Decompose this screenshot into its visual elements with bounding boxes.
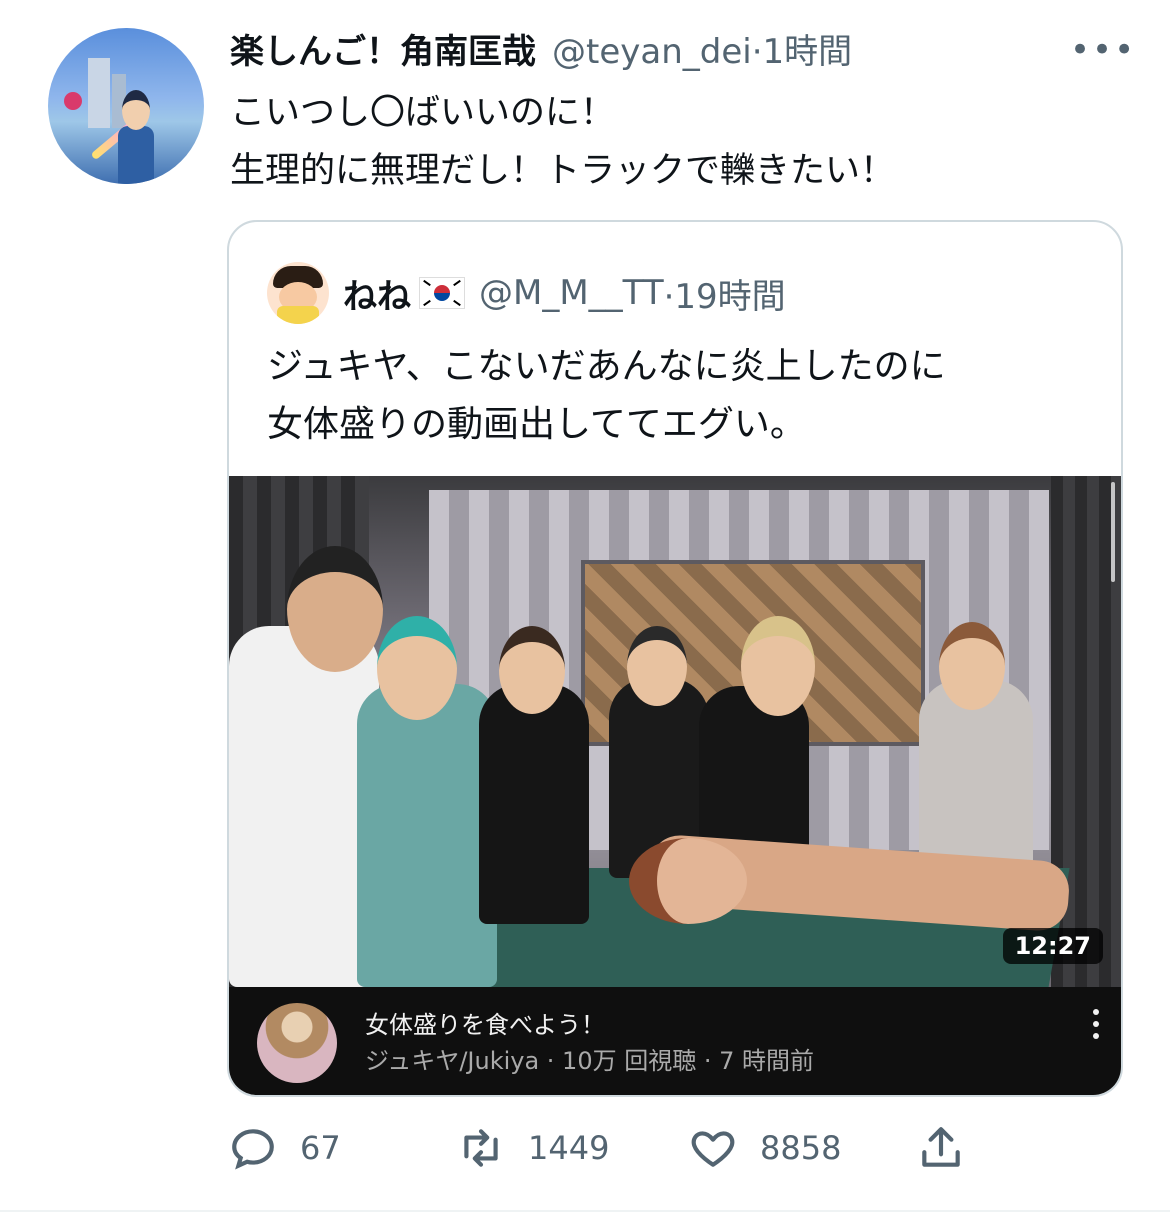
avatar-orb bbox=[64, 92, 82, 110]
reply-icon bbox=[232, 1129, 274, 1170]
video-thumbnail[interactable]: 12:27 bbox=[229, 476, 1121, 987]
video-person bbox=[479, 684, 589, 924]
tweet-line: こいつし〇ばいいのに！ bbox=[230, 93, 616, 133]
video-duration-badge: 12:27 bbox=[1002, 928, 1103, 964]
video-person-head bbox=[287, 546, 383, 672]
kr-flag-icon bbox=[419, 277, 465, 309]
video-person-head bbox=[629, 838, 747, 924]
avatar-character-head bbox=[122, 90, 150, 130]
share-button[interactable] bbox=[916, 1118, 966, 1178]
action-bar: 67 1449 8858 bbox=[228, 1118, 1128, 1178]
share-icon bbox=[922, 1127, 960, 1167]
quoted-handle[interactable]: @M_M__TT bbox=[479, 273, 664, 313]
author-display-name[interactable]: 楽しんご！角南匡哉 bbox=[230, 24, 536, 73]
video-info-bar[interactable]: 女体盛りを食べよう！ ジュキヤ/Jukiya · 10万 回視聴 · 7 時間前 bbox=[229, 987, 1121, 1095]
retweet-count: 1449 bbox=[528, 1129, 610, 1167]
video-person-head bbox=[939, 622, 1005, 710]
quoted-display-name[interactable]: ねね bbox=[343, 269, 411, 318]
reply-button[interactable]: 67 bbox=[228, 1118, 341, 1178]
kr-flag-taegeuk bbox=[434, 285, 450, 301]
quoted-avatar[interactable] bbox=[267, 262, 329, 324]
more-options-icon[interactable]: ••• bbox=[1070, 30, 1136, 70]
avatar-character-body bbox=[118, 126, 154, 184]
tweet-header: 楽しんご！角南匡哉 @teyan_dei ·1時間 bbox=[230, 24, 852, 74]
kr-flag-trigram bbox=[453, 279, 461, 287]
like-button[interactable]: 8858 bbox=[688, 1118, 841, 1178]
kr-flag-trigram bbox=[423, 279, 431, 287]
author-handle[interactable]: @teyan_dei bbox=[552, 32, 752, 72]
video-more-icon[interactable] bbox=[1091, 1007, 1101, 1041]
video-person-head bbox=[741, 616, 815, 716]
video-subtitle: ジュキヤ/Jukiya · 10万 回視聴 · 7 時間前 bbox=[365, 1047, 815, 1075]
quoted-header: ねね @M_M__TT ·19時間 bbox=[267, 260, 786, 326]
video-person-head bbox=[627, 626, 687, 706]
retweet-icon bbox=[464, 1129, 498, 1167]
retweet-button[interactable]: 1449 bbox=[456, 1118, 609, 1178]
tweet-line: 生理的に無理だし！トラックで轢きたい！ bbox=[230, 151, 896, 191]
like-count: 8858 bbox=[760, 1129, 842, 1167]
video-person-head bbox=[499, 626, 565, 714]
video-title[interactable]: 女体盛りを食べよう！ bbox=[365, 1005, 605, 1040]
video-scrollbar[interactable] bbox=[1111, 482, 1115, 582]
kr-flag-trigram bbox=[423, 299, 431, 307]
channel-avatar[interactable] bbox=[257, 1003, 337, 1083]
heart-icon bbox=[691, 1131, 735, 1167]
video-person-head bbox=[377, 616, 457, 720]
quoted-avatar-shirt bbox=[277, 306, 319, 324]
tweet-time[interactable]: ·1時間 bbox=[752, 24, 852, 73]
quoted-tweet[interactable]: ねね @M_M__TT ·19時間 ジュキヤ、こないだあんなに炎上したのに 女体… bbox=[227, 220, 1123, 1097]
author-avatar[interactable] bbox=[48, 28, 204, 184]
tweet-text: こいつし〇ばいいのに！ 生理的に無理だし！トラックで轢きたい！ bbox=[230, 84, 895, 200]
divider bbox=[0, 1210, 1170, 1212]
quoted-line: 女体盛りの動画出しててエグい。 bbox=[267, 404, 806, 445]
video-person bbox=[919, 680, 1033, 880]
reply-count: 67 bbox=[300, 1129, 341, 1167]
kr-flag-trigram bbox=[453, 299, 461, 307]
quoted-time[interactable]: ·19時間 bbox=[664, 269, 786, 318]
avatar-building bbox=[88, 58, 110, 128]
video-person bbox=[357, 684, 497, 987]
quoted-text: ジュキヤ、こないだあんなに炎上したのに 女体盛りの動画出しててエグい。 bbox=[267, 338, 946, 454]
quoted-line: ジュキヤ、こないだあんなに炎上したのに bbox=[267, 346, 946, 387]
